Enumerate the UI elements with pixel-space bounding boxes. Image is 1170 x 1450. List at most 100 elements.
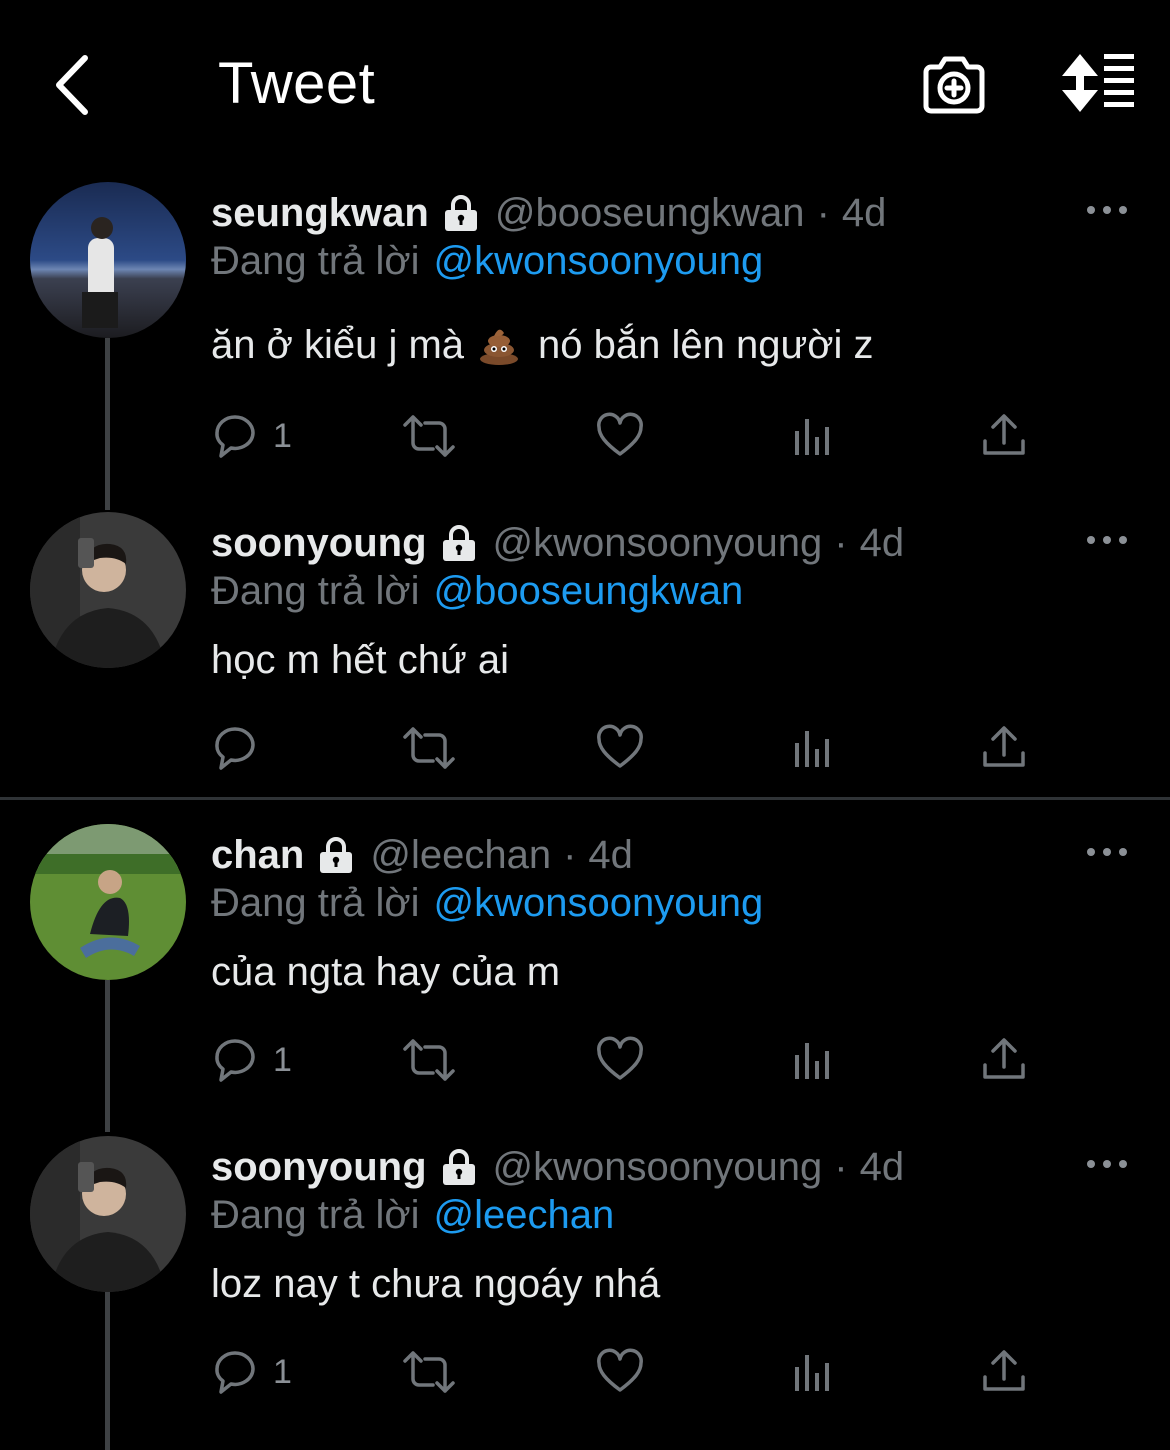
replying-to-label: Đang trả lời [211,568,420,613]
tweet-actions: 1 [211,408,1041,464]
reply-mention-link[interactable]: @kwonsoonyoung [434,239,764,284]
replying-to-label: Đang trả lời [211,1192,420,1237]
reply-count: 1 [273,1352,292,1391]
like-button[interactable] [595,1344,645,1400]
replying-to-label: Đang trả lời [211,880,420,925]
timestamp[interactable]: 4d [860,521,905,566]
reply-button[interactable]: 1 [211,1344,292,1400]
more-button[interactable] [1084,200,1130,220]
thread-line [105,980,110,1132]
retweet-button[interactable] [399,720,459,776]
reply-icon [211,1035,261,1085]
sort-button[interactable] [1058,52,1138,114]
heart-icon [595,1347,645,1397]
share-button[interactable] [979,408,1029,464]
views-button[interactable] [789,1344,839,1400]
tweet-text-part: ăn ở kiểu j mà [211,322,465,367]
retweet-icon [399,1347,459,1397]
display-name[interactable]: chan [211,833,304,878]
handle[interactable]: @kwonsoonyoung [493,521,823,566]
retweet-button[interactable] [399,408,459,464]
retweet-icon [399,723,459,773]
chevron-left-icon [56,55,88,115]
retweet-button[interactable] [399,1344,459,1400]
reply-mention-link[interactable]: @kwonsoonyoung [434,881,764,926]
top-bar: Tweet [0,0,1170,170]
meta-separator: · [834,520,848,565]
reply-button[interactable] [211,720,261,776]
tweet-text-part: nó bắn lên người z [538,322,874,367]
reply-icon [211,1347,261,1397]
back-button[interactable] [36,46,106,124]
reply-mention-link[interactable]: @leechan [434,1193,615,1238]
retweet-icon [399,411,459,461]
reply-icon [211,411,261,461]
meta-separator: · [563,832,577,877]
share-icon [979,1347,1029,1397]
timestamp[interactable]: 4d [860,1145,905,1190]
share-button[interactable] [979,1344,1029,1400]
share-button[interactable] [979,720,1029,776]
more-horizontal-icon [1084,530,1130,550]
replying-to-label: Đang trả lời [211,238,420,283]
views-button[interactable] [789,720,839,776]
share-icon [979,1035,1029,1085]
tweet-text: loz nay t chưa ngoáy nhá [211,1261,661,1306]
views-button[interactable] [789,408,839,464]
avatar[interactable] [30,824,186,980]
share-icon [979,411,1029,461]
timestamp[interactable]: 4d [588,833,633,878]
tweet-actions: 1 [211,1344,1041,1400]
reply-button[interactable]: 1 [211,408,292,464]
like-button[interactable] [595,720,645,776]
more-button[interactable] [1084,530,1130,550]
more-horizontal-icon [1084,200,1130,220]
thread-divider [0,797,1170,800]
heart-icon [595,723,645,773]
display-name[interactable]: soonyoung [211,1145,427,1190]
heart-icon [595,1035,645,1085]
reply-count: 1 [273,416,292,455]
display-name[interactable]: soonyoung [211,521,427,566]
avatar[interactable] [30,182,186,338]
tweet-text: của ngta hay của m [211,949,561,994]
share-button[interactable] [979,1032,1029,1088]
analytics-icon [789,1035,839,1085]
meta-separator: · [816,190,830,235]
tweet-actions: 1 [211,1032,1041,1088]
reply-mention-link[interactable]: @booseungkwan [434,569,744,614]
more-button[interactable] [1084,1154,1130,1174]
tweet-actions [211,720,1041,776]
lock-icon [441,193,481,233]
meta-separator: · [834,1144,848,1189]
lock-icon [316,835,356,875]
thread-line [105,1292,110,1450]
like-button[interactable] [595,408,645,464]
reply-count: 1 [273,1040,292,1079]
more-button[interactable] [1084,842,1130,862]
like-button[interactable] [595,1032,645,1088]
thread-line [105,338,110,510]
lock-icon [439,1147,479,1187]
display-name[interactable]: seungkwan [211,191,429,236]
more-horizontal-icon [1084,1154,1130,1174]
camera-button[interactable] [918,48,990,120]
more-horizontal-icon [1084,842,1130,862]
reply-button[interactable]: 1 [211,1032,292,1088]
retweet-icon [399,1035,459,1085]
handle[interactable]: @kwonsoonyoung [493,1145,823,1190]
page-title: Tweet [218,51,376,116]
heart-icon [595,411,645,461]
tweet-text: học m hết chứ ai [211,637,510,682]
avatar[interactable] [30,1136,186,1292]
handle[interactable]: @booseungkwan [495,191,805,236]
sort-icon [1062,54,1134,112]
views-button[interactable] [789,1032,839,1088]
retweet-button[interactable] [399,1032,459,1088]
share-icon [979,723,1029,773]
avatar[interactable] [30,512,186,668]
handle[interactable]: @leechan [370,833,551,878]
timestamp[interactable]: 4d [842,191,887,236]
analytics-icon [789,411,839,461]
camera-plus-icon [923,56,985,114]
